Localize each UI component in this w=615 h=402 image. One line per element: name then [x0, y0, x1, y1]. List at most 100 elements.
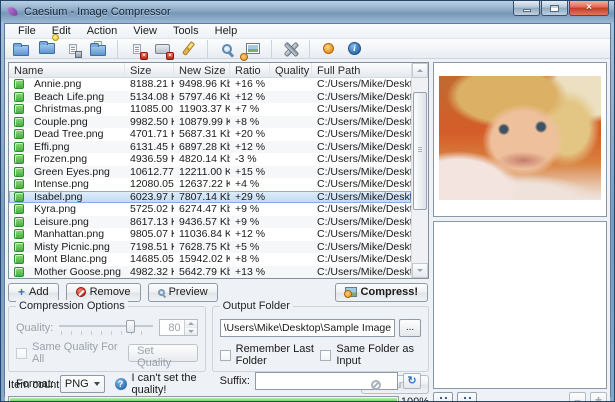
cell-new-size: 7628.75 Kb [179, 240, 230, 253]
table-row[interactable]: Dead Tree.png 4701.71 Kb 5687.31 Kb +20 … [9, 128, 411, 141]
png-file-icon [14, 266, 24, 277]
table-row[interactable]: Annie.png 8188.21 Kb 9498.96 Kb +16 % C:… [9, 78, 411, 91]
tools-icon[interactable] [281, 39, 300, 58]
compress-button[interactable]: Compress! [334, 282, 428, 302]
vertical-scrollbar[interactable] [411, 63, 428, 278]
quality-slider[interactable] [59, 319, 153, 336]
maximize-button[interactable] [541, 1, 568, 16]
close-button[interactable]: × [569, 1, 609, 16]
quality-label: Quality: [16, 321, 54, 334]
scroll-down-arrow[interactable] [412, 263, 428, 278]
clean-icon[interactable] [179, 39, 198, 58]
table-row[interactable]: Misty Picnic.png 7198.51 Kb 7628.75 Kb +… [9, 240, 411, 253]
browse-button[interactable]: ... [399, 319, 421, 337]
left-column: Name Size New Size Ratio Quality Full Pa… [8, 62, 429, 401]
scroll-up-arrow[interactable] [412, 63, 428, 78]
right-column: – + [433, 62, 607, 401]
menu-file[interactable]: File [10, 24, 44, 38]
table-row[interactable]: Green Eyes.png 10612.77 Kb 12211.00 Kb +… [9, 165, 411, 178]
cell-name: Isabel.png [34, 190, 83, 203]
add-folder-icon[interactable] [37, 34, 59, 58]
set-quality-button[interactable]: Set Quality [128, 344, 198, 369]
cell-new-size: 7807.14 Kb [179, 190, 230, 203]
png-file-icon [14, 154, 24, 165]
column-header-full-path[interactable]: Full Path [312, 63, 411, 77]
spin-up-arrow[interactable] [184, 320, 197, 328]
column-header-quality[interactable]: Quality [270, 63, 312, 77]
clear-list-icon[interactable]: × [153, 39, 174, 60]
zoom-fit-button[interactable] [433, 392, 453, 401]
remove-button[interactable]: Remove [65, 282, 141, 302]
png-file-icon [14, 79, 24, 90]
output-folder-title: Output Folder [219, 300, 293, 312]
about-icon[interactable]: i [345, 39, 364, 58]
preferences-icon[interactable] [319, 39, 338, 58]
cell-name: Leisure.png [34, 215, 89, 228]
table-row[interactable]: Kyra.png 5725.02 Kb 6274.47 Kb +9 % C:/U… [9, 203, 411, 216]
actual-size-button[interactable] [457, 392, 477, 401]
preview-icon[interactable] [217, 39, 236, 58]
dropdown-arrow-icon [93, 382, 100, 386]
cell-ratio: +20 % [235, 128, 266, 141]
help-icon[interactable]: ? [114, 378, 127, 390]
table-row[interactable]: Isabel.png 6023.97 Kb 7807.14 Kb +29 % C… [9, 190, 411, 203]
cell-full-path: C:/Users/Mike/Desktop/S... [317, 153, 411, 166]
png-file-icon [14, 141, 24, 152]
title-bar[interactable]: Caesium - Image Compressor × [1, 1, 614, 23]
menu-help[interactable]: Help [207, 24, 246, 38]
spin-down-arrow[interactable] [184, 327, 197, 335]
quality-spinbox[interactable]: 80 [158, 319, 198, 336]
save-list-icon[interactable] [63, 39, 82, 58]
same-quality-checkbox[interactable] [16, 347, 27, 359]
remember-folder-checkbox[interactable] [219, 349, 231, 361]
preview-original-pane [433, 62, 607, 217]
table-row[interactable]: Leisure.png 8617.13 Kb 9436.57 Kb +9 % C… [9, 215, 411, 228]
plus-icon: + [18, 285, 26, 299]
output-folder-group: Output Folder ... Remember Last Folder [211, 300, 429, 390]
table-row[interactable]: Mother Goose.png 4982.32 Kb 5642.79 Kb +… [9, 265, 411, 278]
minimize-button[interactable] [513, 1, 540, 16]
scrollbar-track[interactable] [412, 78, 428, 263]
remove-item-icon[interactable]: × [127, 39, 148, 60]
zoom-out-button[interactable]: – [569, 392, 586, 401]
compress-icon[interactable] [240, 39, 262, 61]
format-dropdown[interactable]: PNG [59, 375, 105, 393]
cell-ratio: +12 % [235, 140, 266, 153]
table-row[interactable]: Effi.png 6131.45 Kb 6897.28 Kb +12 % C:/… [9, 140, 411, 153]
table-row[interactable]: Christmas.png 11085.00 Kb 11903.37 Kb +7… [9, 103, 411, 116]
open-list-icon[interactable] [89, 39, 108, 58]
cell-size: 6023.97 Kb [130, 190, 174, 203]
add-pictures-icon[interactable] [11, 39, 30, 58]
table-row[interactable]: Intense.png 12080.05 Kb 12637.22 Kb +4 %… [9, 178, 411, 191]
cell-name: Effi.png [34, 140, 70, 153]
cell-ratio: +4 % [235, 178, 260, 191]
cell-size: 8617.13 Kb [130, 215, 174, 228]
table-row[interactable]: Manhattan.png 9805.07 Kb 11036.84 Kb +12… [9, 228, 411, 241]
reset-suffix-icon[interactable]: ↻ [403, 373, 421, 389]
zoom-in-button[interactable]: + [590, 392, 607, 401]
table-row[interactable]: Couple.png 9982.50 Kb 10879.99 Kb +8 % C… [9, 115, 411, 128]
output-path-input[interactable] [219, 319, 395, 337]
quality-slider-handle[interactable] [125, 319, 135, 333]
cell-name: Christmas.png [34, 103, 102, 116]
cell-size: 9982.50 Kb [130, 115, 174, 128]
menu-tools[interactable]: Tools [165, 24, 207, 38]
table-row[interactable]: Mont Blanc.png 14685.05 Kb 15942.02 Kb +… [9, 253, 411, 266]
cell-name: Beach Life.png [34, 90, 105, 103]
maximize-icon [550, 4, 559, 12]
table-row[interactable]: Beach Life.png 5134.08 Kb 5797.46 Kb +12… [9, 90, 411, 103]
menu-view[interactable]: View [125, 24, 165, 38]
scrollbar-thumb[interactable] [413, 92, 427, 210]
same-folder-checkbox[interactable] [320, 349, 332, 361]
column-header-name[interactable]: Name [9, 63, 125, 77]
add-button[interactable]: + Add [8, 282, 59, 302]
preview-button[interactable]: Preview [147, 282, 218, 302]
menu-edit[interactable]: Edit [44, 24, 79, 38]
column-header-size[interactable]: Size [125, 63, 174, 77]
main-content: Name Size New Size Ratio Quality Full Pa… [5, 59, 610, 401]
menu-action[interactable]: Action [79, 24, 126, 38]
table-row[interactable]: Frozen.png 4936.59 Kb 4820.14 Kb -3 % C:… [9, 153, 411, 166]
app-body: File Edit Action View Tools Help × × i N… [4, 23, 611, 401]
column-header-ratio[interactable]: Ratio [230, 63, 270, 77]
column-header-new-size[interactable]: New Size [174, 63, 230, 77]
